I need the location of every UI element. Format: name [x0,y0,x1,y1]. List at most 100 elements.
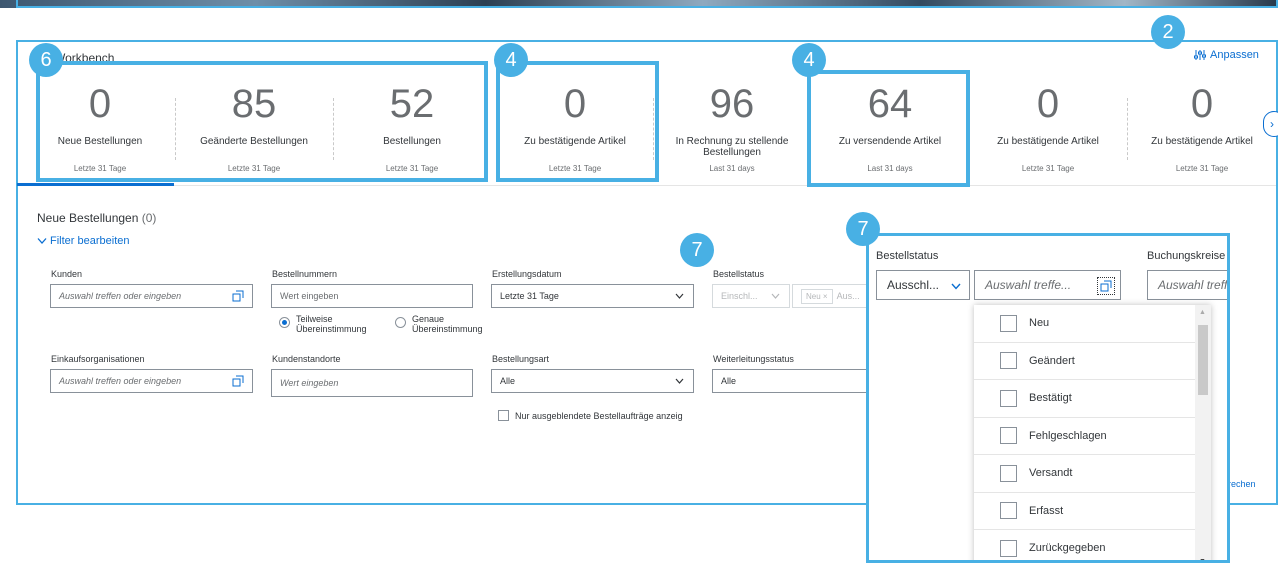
purchasing-orgs-placeholder: Auswahl treffen oder eingeben [59,376,182,386]
status-token[interactable]: Neu × [801,288,833,304]
option-label: Bestätigt [1029,392,1072,405]
edit-filters-label: Filter bearbeiten [50,235,130,247]
highlight-box-order-tiles [36,61,488,182]
forwarding-status-value: Alle [721,376,737,386]
tile-period: Last 31 days [709,164,755,173]
forwarding-status-label: Weiterleitungsstatus [713,354,794,364]
option-label: Versandt [1029,467,1073,480]
match-exact-label: Genaue Übereinstimmung [412,314,483,334]
list-item[interactable]: Versandt [974,455,1211,493]
callout-badge-2: 2 [1151,15,1185,49]
created-date-select[interactable]: Letzte 31 Tage [491,284,694,308]
checkbox-icon [1000,314,1017,332]
tile-label: Zu bestätigende Artikel [1151,136,1253,147]
order-status-mode-select[interactable]: Einschl... [712,284,790,308]
match-partial-label: Teilweise Übereinstimmung [296,314,367,334]
forwarding-status-select[interactable]: Alle [712,369,868,393]
more-link[interactable]: rechen [1228,479,1256,489]
list-item[interactable]: Neu [974,305,1211,343]
zoom-select-placeholder: Auswahl treffe... [985,278,1072,292]
created-date-label: Erstellungsdatum [492,269,562,279]
value-help-icon[interactable] [232,375,244,387]
chevron-down-icon [951,283,961,290]
checkbox-icon [1000,352,1017,370]
customize-label: Anpassen [1210,49,1259,61]
next-tiles-button[interactable]: › [1263,111,1278,137]
purchasing-orgs-label: Einkaufsorganisationen [51,354,145,364]
tile-value: 0 [1036,82,1060,126]
list-item[interactable]: Fehlgeschlagen [974,418,1211,455]
edit-filters-link[interactable]: Filter bearbeiten [37,235,130,247]
order-type-value: Alle [500,376,516,386]
list-item[interactable]: Bestätigt [974,380,1211,418]
callout-badge-4: 4 [792,43,826,77]
zoomed-status-filter-panel: Bestellstatus Buchungskreise Ausschl... … [866,233,1230,563]
status-more: Aus... [836,291,860,301]
order-type-select[interactable]: Alle [491,369,694,393]
match-partial-radio[interactable]: Teilweise Übereinstimmung [279,314,367,334]
value-help-icon[interactable] [1097,277,1115,295]
chevron-down-icon [675,378,684,384]
callout-badge-7: 7 [680,233,714,267]
order-numbers-label: Bestellnummern [272,269,338,279]
tile-items-to-confirm-3[interactable]: 0 Zu bestätigende Artikel Letzte 31 Tage [1127,80,1277,180]
checkbox-icon [1000,502,1017,520]
customer-sites-label: Kundenstandorte [272,354,341,364]
option-label: Neu [1029,317,1050,330]
zoom-company-placeholder: Auswahl treffe [1158,278,1230,292]
chevron-down-icon [771,293,780,299]
option-label: Erfasst [1029,504,1064,517]
tile-value: 0 [1190,82,1214,126]
tile-period: Letzte 31 Tage [1021,164,1075,173]
scroll-up-icon[interactable]: ▲ [1199,309,1206,316]
zoom-mode-value: Ausschl... [887,278,940,292]
hidden-orders-checkbox[interactable]: Nur ausgeblendete Bestellaufträge anzeig [498,410,683,421]
chevron-down-icon [675,293,684,299]
scroll-down-icon[interactable]: ▼ [1199,558,1206,560]
tile-period: Letzte 31 Tage [1175,164,1229,173]
status-dropdown-list: Neu Geändert Bestätigt Fehlgeschlagen Ve… [974,305,1211,560]
order-numbers-input[interactable]: Wert eingeben [271,284,473,308]
value-help-icon[interactable] [232,290,244,302]
highlight-box-confirm-tile [496,61,659,182]
zoom-mode-select[interactable]: Ausschl... [876,270,970,300]
customer-sites-input[interactable]: Wert eingeben [271,369,473,397]
customers-input[interactable]: Auswahl treffen oder eingeben [50,284,253,308]
status-token-label: Neu [806,291,821,301]
zoom-company-input[interactable]: Auswahl treffe [1147,270,1230,300]
match-exact-radio[interactable]: Genaue Übereinstimmung [395,314,502,334]
customers-placeholder: Auswahl treffen oder eingeben [59,291,182,301]
created-date-value: Letzte 31 Tage [500,291,559,301]
list-item[interactable]: Zurückgegeben [974,530,1211,560]
option-label: Fehlgeschlagen [1029,429,1107,442]
customize-link[interactable]: Anpassen [1194,49,1259,61]
dropdown-scrollbar[interactable]: ▲ ▼ [1195,305,1211,560]
order-type-label: Bestellungsart [492,354,550,364]
tile-label: In Rechnung zu stellende Bestellungen [675,136,789,158]
tile-value: 96 [709,82,755,126]
order-status-mode-value: Einschl... [721,291,758,301]
zoom-status-label: Bestellstatus [876,250,939,262]
radio-unselected-icon [395,317,406,328]
list-item[interactable]: Geändert [974,343,1211,380]
callout-badge-6: 6 [29,43,63,77]
customer-sites-placeholder: Wert eingeben [280,378,339,388]
zoom-status-multiselect[interactable]: Auswahl treffe... [974,270,1121,300]
scrollbar-thumb[interactable] [1198,325,1208,395]
section-title-text: Neue Bestellungen [37,211,139,225]
radio-selected-icon [279,317,290,328]
callout-badge-7: 7 [846,212,880,246]
active-tile-indicator [17,183,174,186]
customers-label: Kunden [51,269,83,279]
section-title: Neue Bestellungen (0) [37,211,156,225]
checkbox-icon [1000,427,1017,445]
order-status-tokens[interactable]: Neu × Aus... [792,284,868,308]
order-status-label: Bestellstatus [713,269,765,279]
list-item[interactable]: Erfasst [974,493,1211,530]
tiles-divider [17,185,1276,186]
tile-items-to-confirm-2[interactable]: 0 Zu bestätigende Artikel Letzte 31 Tage [969,80,1127,180]
callout-badge-4: 4 [494,43,528,77]
tile-orders-to-invoice[interactable]: 96 In Rechnung zu stellende Bestellungen… [653,80,811,180]
checkbox-icon [1000,464,1017,482]
purchasing-orgs-input[interactable]: Auswahl treffen oder eingeben [50,369,253,393]
